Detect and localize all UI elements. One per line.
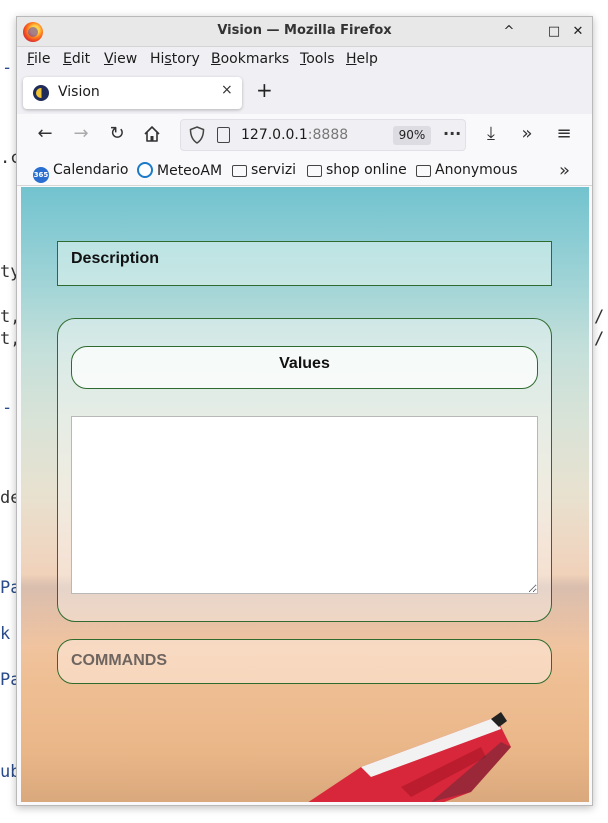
tab-vision[interactable]: Vision × <box>23 77 242 109</box>
forward-button[interactable]: → <box>69 122 93 146</box>
page-actions-menu-button[interactable]: ··· <box>443 124 461 143</box>
url-text[interactable]: 127.0.0.1:8888 <box>241 127 348 143</box>
bg-fragment: - <box>2 58 13 78</box>
values-title: Values <box>279 355 330 372</box>
minimize-button[interactable]: ^ <box>498 21 520 43</box>
bookmarks-toolbar: 365 Calendario MeteoAM servizi shop onlin… <box>17 156 592 186</box>
meteo-icon <box>137 162 153 178</box>
folder-icon <box>307 165 322 177</box>
title-bar: Vision — Mozilla Firefox ^ □ ✕ <box>17 17 592 47</box>
commands-panel: COMMANDS <box>57 639 552 684</box>
moon-favicon-icon <box>33 85 49 101</box>
home-icon <box>144 126 160 142</box>
menu-bar: File Edit View History Bookmarks Tools H… <box>17 47 592 72</box>
url-bar[interactable]: 127.0.0.1:8888 90% ··· <box>180 119 466 151</box>
commands-title: COMMANDS <box>71 652 167 669</box>
menu-file[interactable]: File <box>27 51 50 67</box>
calendar-365-icon: 365 <box>33 167 49 183</box>
app-menu-button[interactable]: ≡ <box>552 122 576 146</box>
new-tab-button[interactable]: + <box>256 80 273 100</box>
back-button[interactable]: ← <box>33 122 57 146</box>
bookmark-calendario[interactable]: 365 Calendario <box>33 162 128 183</box>
menu-help[interactable]: Help <box>346 51 378 67</box>
bg-fragment: - <box>2 398 13 418</box>
values-header: Values <box>71 346 538 389</box>
folder-icon <box>232 165 247 177</box>
downloads-button[interactable]: ⤓ <box>479 122 503 146</box>
firefox-window: Vision — Mozilla Firefox ^ □ ✕ File Edit… <box>16 16 593 806</box>
bg-fragment: k <box>0 624 11 644</box>
tab-close-button[interactable]: × <box>221 82 233 98</box>
bookmark-folder-anonymous[interactable]: Anonymous <box>416 162 518 178</box>
folder-icon <box>416 165 431 177</box>
reload-button[interactable]: ↻ <box>105 122 129 146</box>
menu-history[interactable]: History <box>150 51 200 67</box>
menu-view[interactable]: View <box>104 51 137 67</box>
description-panel: Description <box>57 241 552 286</box>
values-textarea[interactable] <box>71 416 538 594</box>
bg-fragment: / <box>594 329 605 349</box>
description-title: Description <box>71 250 160 267</box>
page-info-icon[interactable] <box>217 127 230 143</box>
bg-fragment: / <box>594 307 605 327</box>
values-panel: Values <box>57 318 552 622</box>
tracking-shield-icon[interactable] <box>189 126 205 144</box>
menu-tools[interactable]: Tools <box>300 51 335 67</box>
navigation-toolbar: ← → ↻ 127.0.0.1:8888 90% ··· ⤓ » ≡ <box>17 114 592 156</box>
page-content: Description Values COMMANDS <box>21 187 589 802</box>
home-button[interactable] <box>140 122 164 146</box>
menu-bookmarks[interactable]: Bookmarks <box>211 51 289 67</box>
bookmarks-overflow-button[interactable]: » <box>559 160 570 181</box>
zoom-level-badge[interactable]: 90% <box>393 126 431 145</box>
bookmark-meteoam[interactable]: MeteoAM <box>137 162 222 179</box>
maximize-button[interactable]: □ <box>543 21 565 43</box>
bookmark-folder-servizi[interactable]: servizi <box>232 162 296 178</box>
tab-strip: Vision × + <box>17 72 592 114</box>
tab-title: Vision <box>58 84 100 100</box>
close-window-button[interactable]: ✕ <box>567 21 589 43</box>
boat-image <box>308 712 511 802</box>
toolbar-overflow-button[interactable]: » <box>515 122 539 146</box>
menu-edit[interactable]: Edit <box>63 51 90 67</box>
bookmark-folder-shop-online[interactable]: shop online <box>307 162 407 178</box>
